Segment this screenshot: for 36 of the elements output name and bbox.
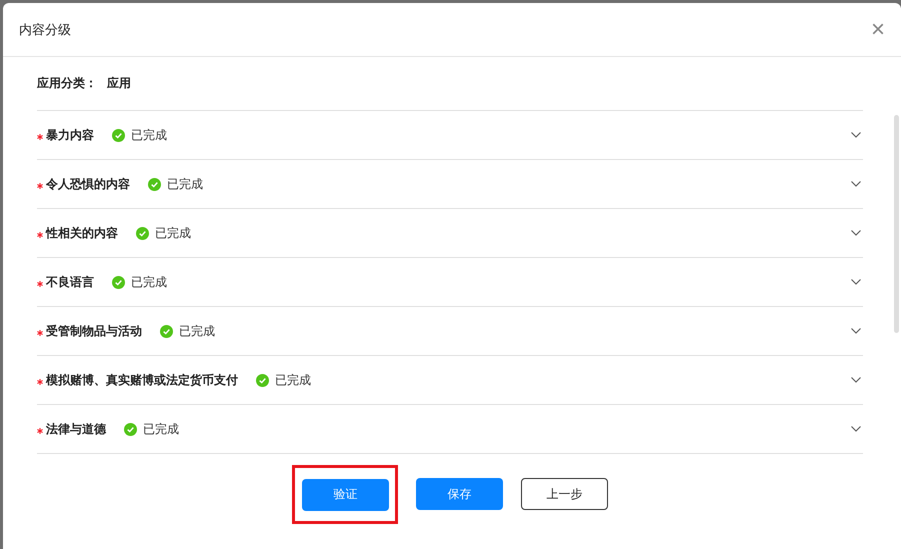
rating-row[interactable]: 不良语言 已完成 <box>37 258 863 307</box>
rating-row[interactable]: 性相关的内容 已完成 <box>37 209 863 258</box>
action-button[interactable]: 验证 <box>302 478 389 510</box>
rating-row[interactable]: 模拟赌博、真实赌博或法定货币支付 已完成 <box>37 356 863 405</box>
status-text: 已完成 <box>275 372 311 388</box>
rating-label: 不良语言 <box>46 274 94 290</box>
status-text: 已完成 <box>131 274 167 290</box>
action-button[interactable]: 上一步 <box>521 478 608 510</box>
rating-row[interactable]: 受管制物品与活动 已完成 <box>37 307 863 356</box>
status-text: 已完成 <box>143 420 179 438</box>
dialog-title: 内容分级 <box>19 22 71 38</box>
chevron-icon[interactable] <box>851 230 861 236</box>
rating-label: 令人恐惧的内容 <box>46 176 130 192</box>
rating-row[interactable]: 令人恐惧的内容 已完成 <box>37 160 863 209</box>
rating-label: 法律与道德 <box>46 420 106 438</box>
close-button[interactable]: × <box>866 16 889 44</box>
chevron-icon[interactable] <box>851 426 861 432</box>
status-text: 已完成 <box>167 176 203 192</box>
chevron-icon[interactable] <box>851 377 861 383</box>
status-text: 已完成 <box>179 322 215 340</box>
rating-label: 暴力内容 <box>46 126 94 144</box>
status-text: 已完成 <box>131 126 167 144</box>
status-text: 已完成 <box>155 224 191 242</box>
chevron-icon[interactable] <box>851 181 861 187</box>
rating-label: 模拟赌博、真实赌博或法定货币支付 <box>46 372 238 388</box>
rating-row[interactable]: 暴力内容 已完成 <box>37 111 863 160</box>
chevron-icon[interactable] <box>851 132 861 138</box>
scrollbar[interactable] <box>894 115 899 333</box>
category-value: 应用 <box>107 75 131 92</box>
rating-label: 受管制物品与活动 <box>46 322 142 340</box>
category-label: 应用分类： <box>37 75 97 92</box>
action-button[interactable]: 保存 <box>416 478 503 510</box>
chevron-icon[interactable] <box>851 328 861 334</box>
rating-label: 性相关的内容 <box>46 224 118 242</box>
chevron-icon[interactable] <box>851 279 861 285</box>
rating-row[interactable]: 法律与道德 已完成 <box>37 405 863 454</box>
